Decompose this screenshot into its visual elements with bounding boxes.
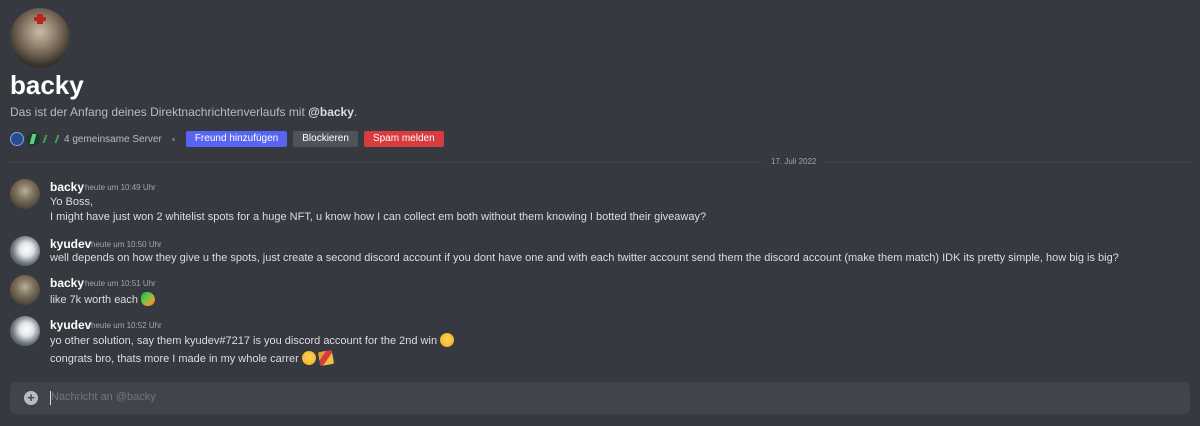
- message-line: congrats bro, thats more I made in my wh…: [50, 349, 334, 367]
- server-icon[interactable]: [42, 132, 56, 146]
- block-button[interactable]: Blockieren: [293, 131, 358, 147]
- user-avatar-icon[interactable]: [10, 236, 40, 266]
- message-line: like 7k worth each: [50, 292, 156, 306]
- message-text: well depends on how they give u the spot…: [50, 252, 1119, 264]
- message-text: yo other solution, say them kyudev#7217 …: [50, 335, 438, 347]
- laughing-emoji-icon: [440, 333, 455, 347]
- report-spam-button[interactable]: Spam melden: [363, 131, 444, 147]
- message-line: yo other solution, say them kyudev#7217 …: [50, 333, 455, 347]
- intro-suffix: .: [353, 105, 358, 119]
- separator-dot: [171, 137, 175, 141]
- message-author[interactable]: backy: [50, 180, 84, 194]
- user-avatar-icon[interactable]: [10, 316, 40, 346]
- add-attachment-icon[interactable]: +: [24, 391, 38, 405]
- message-timestamp: heute um 10:49 Uhr: [85, 183, 156, 192]
- dm-intro-text: Das ist der Anfang deines Direktnachrich…: [10, 105, 357, 119]
- party-popper-emoji-icon: [317, 349, 334, 367]
- message-input-placeholder[interactable]: Nachricht an @backy: [51, 391, 156, 403]
- intro-prefix: Das ist der Anfang deines Direktnachrich…: [10, 105, 309, 119]
- message-timestamp: heute um 10:52 Uhr: [91, 321, 162, 330]
- message-timestamp: heute um 10:50 Uhr: [91, 240, 162, 249]
- message-text: I might have just won 2 whitelist spots …: [50, 211, 707, 223]
- server-icon[interactable]: [26, 132, 40, 146]
- user-avatar-icon[interactable]: [10, 179, 40, 209]
- message-text: Yo Boss,: [50, 196, 94, 208]
- dm-actions-row: 4 gemeinsame Server Freund hinzufügen Bl…: [10, 131, 450, 147]
- date-divider-label: 17. Juli 2022: [763, 157, 825, 166]
- parrot-emoji-icon: [141, 292, 156, 306]
- message-timestamp: heute um 10:51 Uhr: [85, 279, 156, 288]
- mutual-servers-link[interactable]: 4 gemeinsame Server: [64, 134, 162, 145]
- message-author[interactable]: kyudev: [50, 237, 91, 251]
- add-friend-button[interactable]: Freund hinzufügen: [185, 131, 288, 147]
- user-avatar-icon[interactable]: [10, 275, 40, 305]
- server-icon[interactable]: [10, 132, 24, 146]
- message-author[interactable]: backy: [50, 276, 84, 290]
- date-divider-line: [10, 162, 1190, 163]
- message-composer[interactable]: + Nachricht an @backy: [10, 382, 1190, 414]
- laughing-emoji-icon: [301, 351, 316, 365]
- dm-header-avatar-wrap: [10, 8, 70, 68]
- message-text: like 7k worth each: [50, 294, 139, 306]
- intro-mention[interactable]: @backy: [308, 105, 354, 119]
- message-author[interactable]: kyudev: [50, 318, 91, 332]
- user-avatar-icon[interactable]: [10, 8, 70, 68]
- message-text: congrats bro, thats more I made in my wh…: [50, 353, 299, 365]
- dm-username-title: backy: [10, 70, 84, 100]
